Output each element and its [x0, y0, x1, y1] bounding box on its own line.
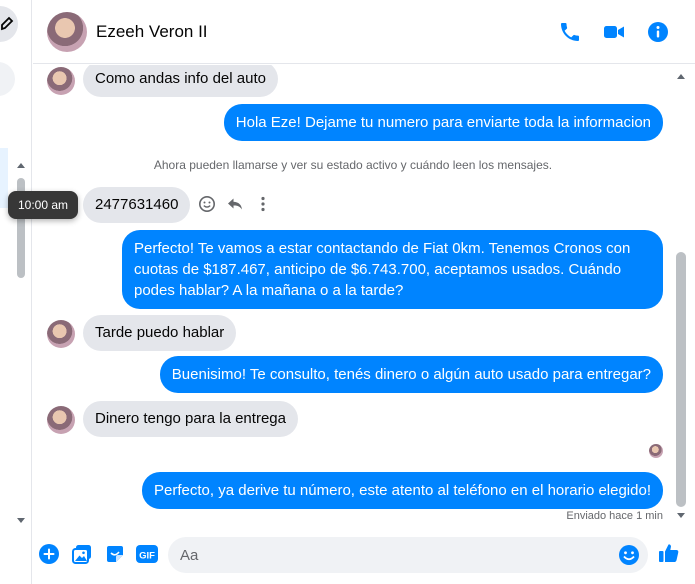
messenger-window: Ezeeh Veron II Como andas info del auto …	[0, 0, 695, 584]
message-thread: Como andas info del auto Hola Eze! Dejam…	[33, 65, 673, 530]
contact-avatar-small[interactable]	[47, 406, 75, 434]
like-icon[interactable]	[657, 541, 681, 565]
encryption-notice: Ahora pueden llamarse y ver su estado ac…	[153, 158, 553, 172]
phone-icon[interactable]	[558, 20, 582, 44]
incoming-message[interactable]: Tarde puedo hablar	[83, 315, 237, 351]
reply-icon[interactable]	[226, 195, 244, 213]
contact-avatar-small[interactable]	[47, 67, 75, 95]
sent-status: Enviado hace 1 min	[566, 510, 663, 522]
sticker-icon[interactable]	[104, 543, 126, 565]
contact-avatar[interactable]	[47, 12, 87, 52]
outgoing-message[interactable]: Hola Eze! Dejame tu numero para enviarte…	[223, 104, 663, 141]
scroll-up-arrow[interactable]	[677, 74, 685, 79]
scroll-up-arrow[interactable]	[17, 163, 25, 168]
react-icon[interactable]	[198, 195, 216, 213]
scroll-down-arrow[interactable]	[17, 518, 25, 523]
message-input[interactable]	[168, 537, 588, 573]
new-message-button[interactable]	[0, 6, 18, 42]
contact-avatar-small[interactable]	[47, 320, 75, 348]
seen-indicator-avatar	[649, 444, 663, 458]
compose-icon	[1, 16, 14, 31]
outgoing-message[interactable]: Perfecto! Te vamos a estar contactando d…	[122, 230, 663, 309]
search-input[interactable]	[0, 62, 15, 96]
video-call-icon[interactable]	[602, 20, 626, 44]
chat-header: Ezeeh Veron II	[33, 0, 695, 64]
timestamp-tooltip: 10:00 am	[8, 191, 79, 219]
message-input-box[interactable]	[168, 537, 648, 573]
message-actions	[198, 195, 272, 213]
add-icon[interactable]	[38, 543, 60, 565]
incoming-message[interactable]: Como andas info del auto	[83, 65, 278, 97]
contact-name[interactable]: Ezeeh Veron II	[96, 22, 208, 42]
gif-icon[interactable]: GIF	[135, 543, 159, 565]
photo-icon[interactable]	[71, 543, 93, 565]
svg-text:GIF: GIF	[139, 551, 155, 562]
outgoing-message[interactable]: Perfecto, ya derive tu número, este aten…	[142, 472, 663, 509]
emoji-icon[interactable]	[618, 544, 640, 566]
thread-scrollbar[interactable]	[676, 252, 686, 507]
incoming-message[interactable]: Dinero tengo para la entrega	[83, 401, 298, 437]
outgoing-message[interactable]: Buenisimo! Te consulto, tenés dinero o a…	[159, 356, 663, 393]
scroll-down-arrow[interactable]	[677, 513, 685, 518]
incoming-message[interactable]: 2477631460	[83, 187, 191, 223]
conversation-list-panel	[0, 0, 32, 584]
selected-conversation-indicator	[0, 148, 8, 208]
message-composer: GIF	[33, 530, 695, 584]
more-icon[interactable]	[254, 195, 272, 213]
info-icon[interactable]	[646, 20, 670, 44]
